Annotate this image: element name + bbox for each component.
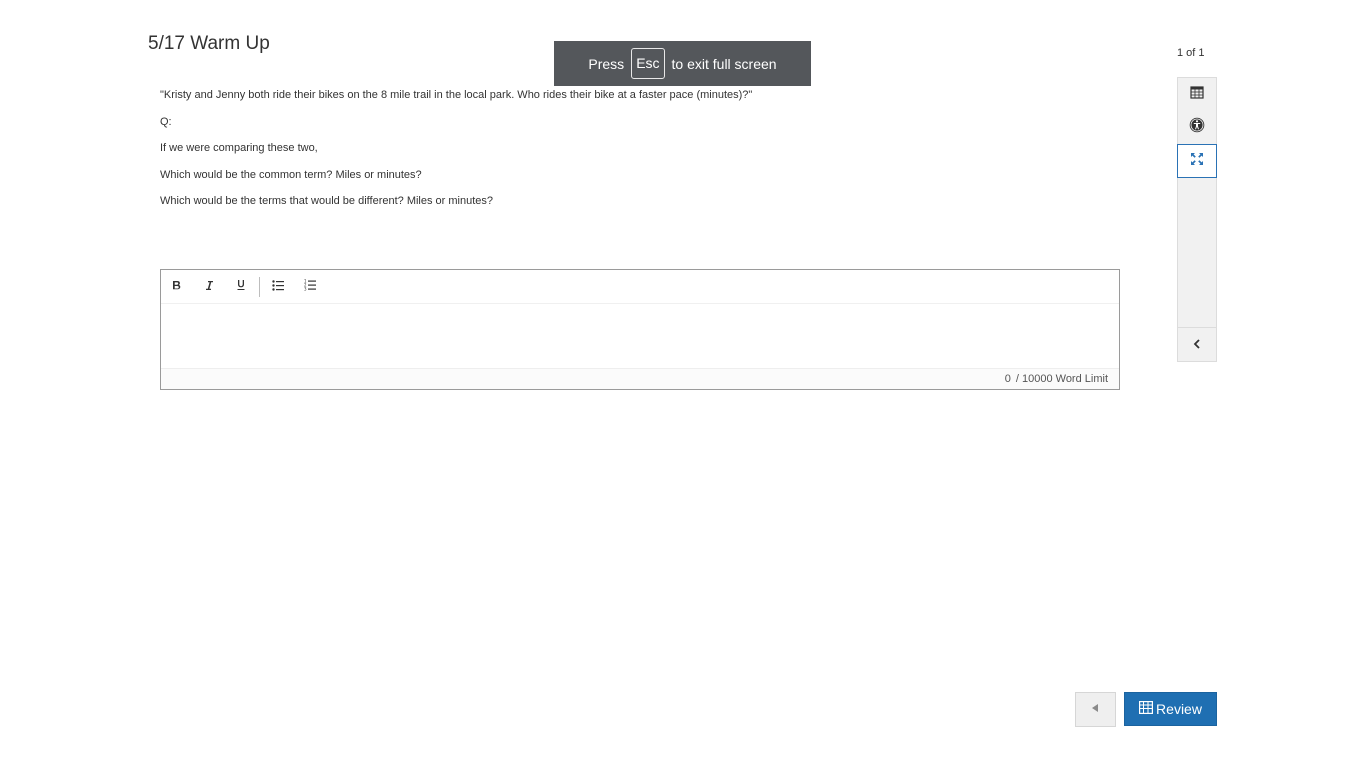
fullscreen-notice-prefix: Press — [588, 55, 625, 72]
toolbar-divider — [259, 276, 260, 297]
table-icon — [1139, 701, 1154, 717]
question-line: If we were comparing these two, — [160, 142, 318, 154]
fullscreen-toggle-button[interactable] — [1177, 144, 1217, 178]
answer-editor: 123 0 / 10000 Word Limit — [160, 269, 1120, 390]
underline-button[interactable] — [225, 270, 257, 303]
page: 5/17 Warm Up Press Esc to exit full scre… — [0, 0, 1366, 768]
triangle-left-icon — [1092, 704, 1099, 715]
numbered-list-icon: 123 — [304, 278, 316, 296]
side-toolbar — [1177, 77, 1217, 362]
expand-icon — [1190, 152, 1204, 171]
question-counter: 1 of 1 — [1177, 47, 1205, 59]
accessibility-button[interactable] — [1178, 111, 1216, 144]
word-limit-label: / 10000 Word Limit — [1015, 373, 1108, 385]
word-limit-footer: 0 / 10000 Word Limit — [161, 368, 1119, 389]
review-button[interactable]: Review — [1124, 692, 1217, 726]
chevron-left-icon — [1193, 336, 1201, 354]
editor-toolbar: 123 — [161, 270, 1119, 304]
question-line: Which would be the common term? Miles or… — [160, 168, 422, 181]
question-text: "Kristy and Jenny both ride their bikes … — [160, 89, 1120, 222]
accessibility-icon — [1189, 117, 1205, 138]
bold-button[interactable] — [161, 270, 193, 303]
word-count: 0 — [1004, 373, 1011, 385]
review-label: Review — [1156, 701, 1202, 717]
page-title: 5/17 Warm Up — [148, 33, 270, 54]
bulleted-list-icon — [272, 278, 284, 296]
answer-text-area[interactable] — [161, 304, 1119, 368]
esc-key-badge: Esc — [631, 48, 665, 79]
underline-icon — [236, 278, 246, 296]
previous-button[interactable] — [1075, 692, 1116, 727]
bulleted-list-button[interactable] — [262, 270, 294, 303]
bold-icon — [172, 278, 182, 296]
italic-icon — [204, 278, 214, 296]
italic-button[interactable] — [193, 270, 225, 303]
question-line: Q: — [160, 115, 172, 128]
question-line: Which would be the terms that would be d… — [160, 195, 494, 207]
calendar-icon — [1190, 85, 1204, 104]
fullscreen-notice-suffix: to exit full screen — [671, 55, 777, 72]
question-line: "Kristy and Jenny both ride their bikes … — [160, 89, 753, 101]
fullscreen-notice: Press Esc to exit full screen — [554, 41, 811, 86]
collapse-sidebar-button[interactable] — [1178, 327, 1216, 361]
svg-text:3: 3 — [304, 286, 307, 291]
calendar-button[interactable] — [1178, 78, 1216, 111]
numbered-list-button[interactable]: 123 — [294, 270, 326, 303]
